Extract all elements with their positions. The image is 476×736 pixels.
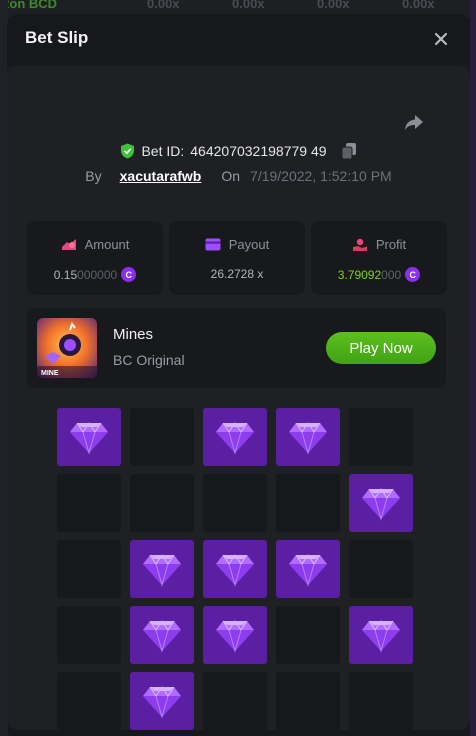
- gem-icon: [143, 620, 181, 653]
- bet-id-row: Bet ID: 464207032198779 49: [7, 142, 470, 160]
- username-link[interactable]: xacutarafwb: [120, 168, 202, 184]
- stat-payout-header: Payout: [169, 237, 305, 252]
- stat-profit-value: 3.79092000 C: [311, 267, 447, 282]
- background-text: 0.00x: [317, 0, 350, 11]
- game-name: Mines: [113, 326, 154, 343]
- stat-payout-label: Payout: [228, 237, 270, 252]
- profit-icon: [352, 238, 367, 251]
- mines-logo: MINE: [37, 321, 97, 378]
- coin-icon: C: [405, 267, 421, 282]
- gem-tile: [203, 540, 267, 598]
- empty-tile: [57, 606, 121, 664]
- close-icon: [434, 32, 448, 46]
- bet-details-panel: Bet ID: 464207032198779 49 By xacutarafw…: [7, 66, 470, 730]
- share-button[interactable]: [402, 110, 426, 134]
- game-card: MINE Mines BC Original Play Now: [27, 308, 446, 388]
- empty-tile: [203, 474, 267, 532]
- card-icon: [205, 238, 221, 251]
- empty-tile: [57, 474, 121, 532]
- empty-tile: [57, 672, 121, 730]
- background-text: 0.00x: [147, 0, 180, 11]
- stats-row: Amount 0.15000000 C Payout 26.2728 x Pro…: [27, 221, 447, 295]
- gem-tile: [276, 408, 340, 466]
- bet-id-label: Bet ID:: [141, 143, 185, 159]
- gem-icon: [216, 422, 254, 455]
- stat-profit: Profit 3.79092000 C: [311, 221, 447, 295]
- background-edge-right: [470, 0, 476, 736]
- background-text: 0.00x: [232, 0, 265, 11]
- empty-tile: [349, 672, 413, 730]
- play-now-button[interactable]: Play Now: [326, 332, 436, 364]
- share-icon: [405, 115, 423, 130]
- empty-tile: [130, 474, 194, 532]
- gem-tile: [349, 606, 413, 664]
- gem-icon: [143, 686, 181, 719]
- profit-dim: 000: [381, 267, 402, 282]
- by-label: By: [85, 168, 102, 184]
- stat-payout-value: 26.2728 x: [210, 267, 264, 281]
- coin-icon: C: [121, 267, 137, 282]
- stat-profit-header: Profit: [311, 237, 447, 252]
- gem-tile: [203, 408, 267, 466]
- gem-tile: [130, 540, 194, 598]
- gem-icon: [289, 554, 327, 587]
- stat-amount: Amount 0.15000000 C: [27, 221, 163, 295]
- gem-tile: [57, 408, 121, 466]
- gem-tile: [276, 540, 340, 598]
- stat-amount-value: 0.15000000 C: [27, 267, 163, 282]
- stat-amount-label: Amount: [84, 237, 130, 252]
- empty-tile: [130, 408, 194, 466]
- empty-tile: [349, 408, 413, 466]
- gem-icon: [362, 620, 400, 653]
- bet-id-value: 464207032198779 49: [190, 143, 327, 159]
- amount-icon: [61, 238, 76, 250]
- gem-icon: [216, 554, 254, 587]
- copy-icon[interactable]: [341, 142, 357, 160]
- mines-grid: [57, 408, 415, 730]
- thumb-label: MINE: [41, 370, 59, 377]
- stat-amount-header: Amount: [27, 237, 163, 252]
- empty-tile: [276, 606, 340, 664]
- empty-tile: [276, 672, 340, 730]
- gem-icon: [216, 620, 254, 653]
- amount-dim: 000000: [77, 267, 118, 282]
- amount-main: 0.15: [53, 267, 78, 282]
- empty-tile: [349, 540, 413, 598]
- verified-shield-icon: [121, 143, 135, 159]
- gem-icon: [143, 554, 181, 587]
- empty-tile: [203, 672, 267, 730]
- background-text: Ron BCD: [0, 0, 58, 11]
- profit-main: 3.79092: [337, 267, 382, 282]
- gem-icon: [362, 488, 400, 521]
- gem-tile: [203, 606, 267, 664]
- on-label: On: [221, 168, 241, 184]
- empty-tile: [57, 540, 121, 598]
- empty-tile: [276, 474, 340, 532]
- bet-date: 7/19/2022, 1:52:10 PM: [250, 168, 392, 184]
- game-subtitle: BC Original: [113, 352, 185, 368]
- modal-title: Bet Slip: [25, 28, 89, 47]
- gem-tile: [130, 672, 194, 730]
- close-button[interactable]: [430, 28, 452, 50]
- gem-tile: [349, 474, 413, 532]
- gem-tile: [130, 606, 194, 664]
- stat-profit-label: Profit: [375, 237, 407, 252]
- modal-header: Bet Slip: [7, 14, 470, 66]
- bet-author-row: By xacutarafwb On 7/19/2022, 1:52:10 PM: [7, 168, 470, 184]
- gem-icon: [70, 422, 108, 455]
- stat-payout: Payout 26.2728 x: [169, 221, 305, 295]
- bet-slip-modal: Bet Slip Bet ID: 464207032198779 49 By x…: [7, 14, 470, 730]
- mines-game-thumbnail: MINE: [37, 318, 97, 378]
- gem-icon: [289, 422, 327, 455]
- background-text: 0.00x: [402, 0, 435, 11]
